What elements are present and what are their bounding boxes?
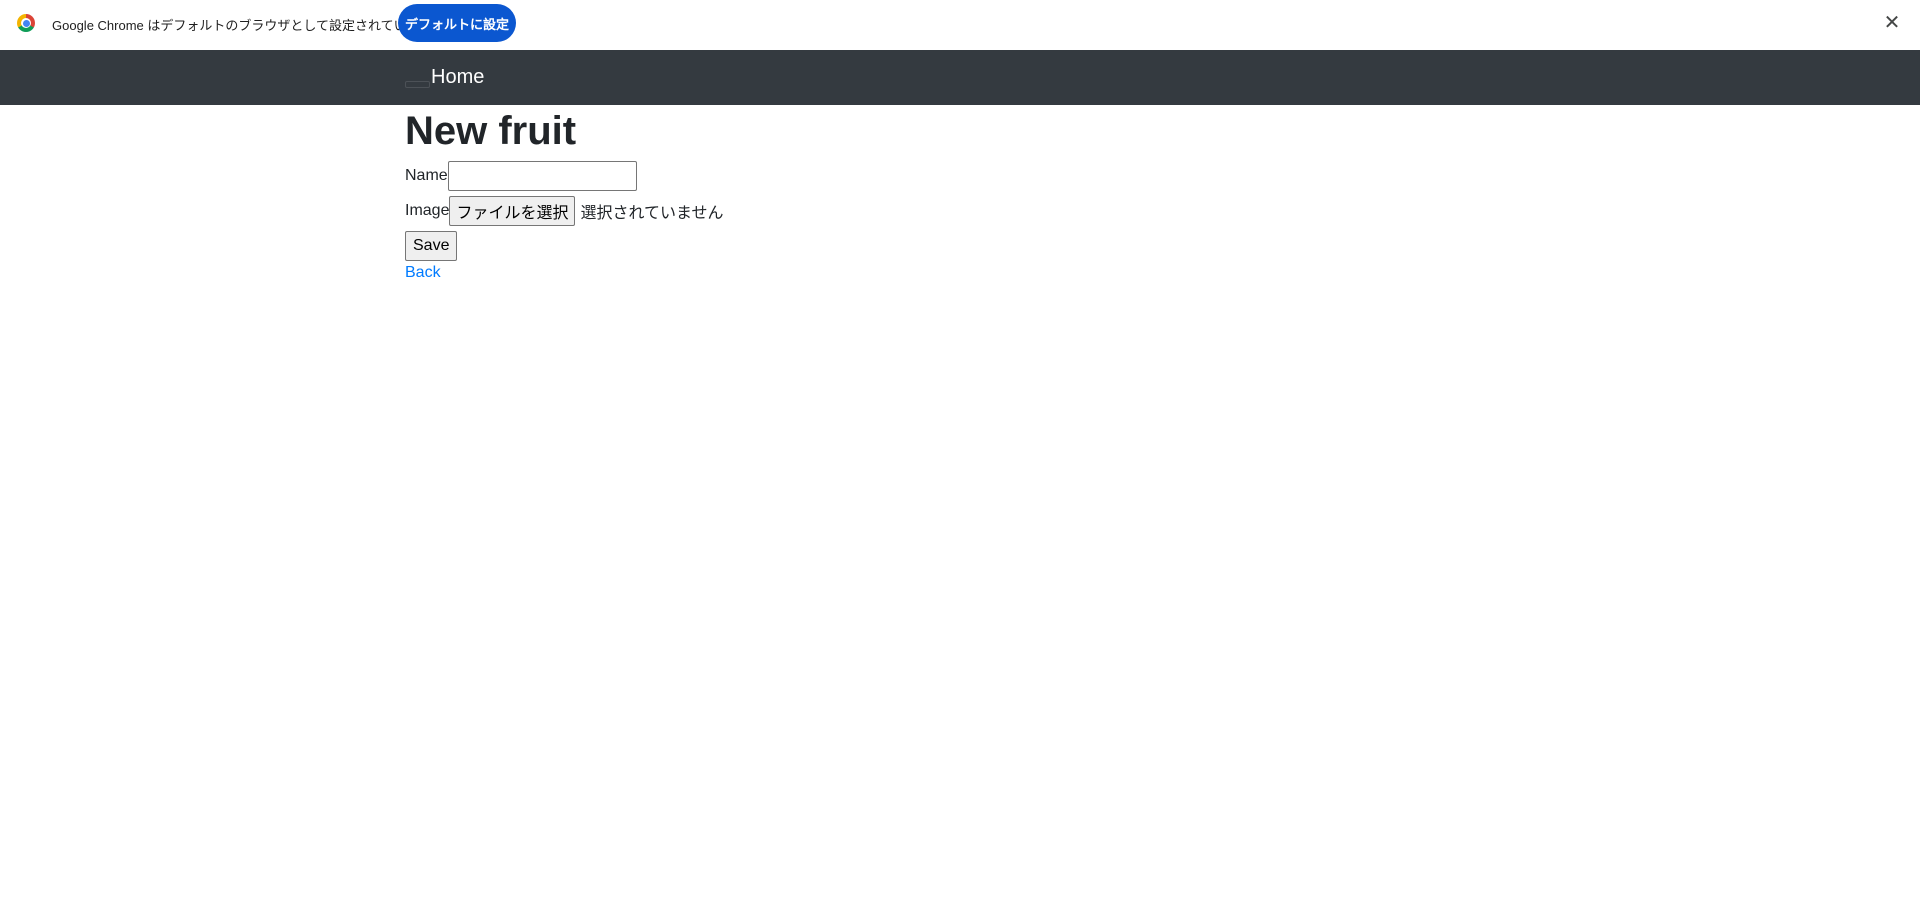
back-link[interactable]: Back [405,263,441,283]
save-button[interactable]: Save [405,231,458,261]
navbar: Home [0,50,1920,105]
default-browser-infobar: Google Chrome はデフォルトのブラウザとして設定されていません デフ… [0,0,1920,50]
choose-file-button[interactable]: ファイルを選択 [449,196,576,226]
nav-brand-home-link[interactable]: Home [431,65,484,89]
close-icon[interactable]: ✕ [1882,13,1902,33]
image-field-row: Image ファイルを選択 選択されていません [405,196,724,226]
name-input[interactable] [447,161,637,191]
set-default-button[interactable]: デフォルトに設定 [398,4,516,42]
navbar-toggler-button[interactable] [405,81,430,88]
infobar-message: Google Chrome はデフォルトのブラウザとして設定されていません [52,18,446,33]
file-status-text: 選択されていません [580,203,724,222]
name-field-row: Name [405,161,637,191]
name-label: Name [405,167,448,184]
page-title: New fruit [405,109,577,153]
chrome-logo-icon [17,14,35,32]
image-label: Image [405,202,450,219]
